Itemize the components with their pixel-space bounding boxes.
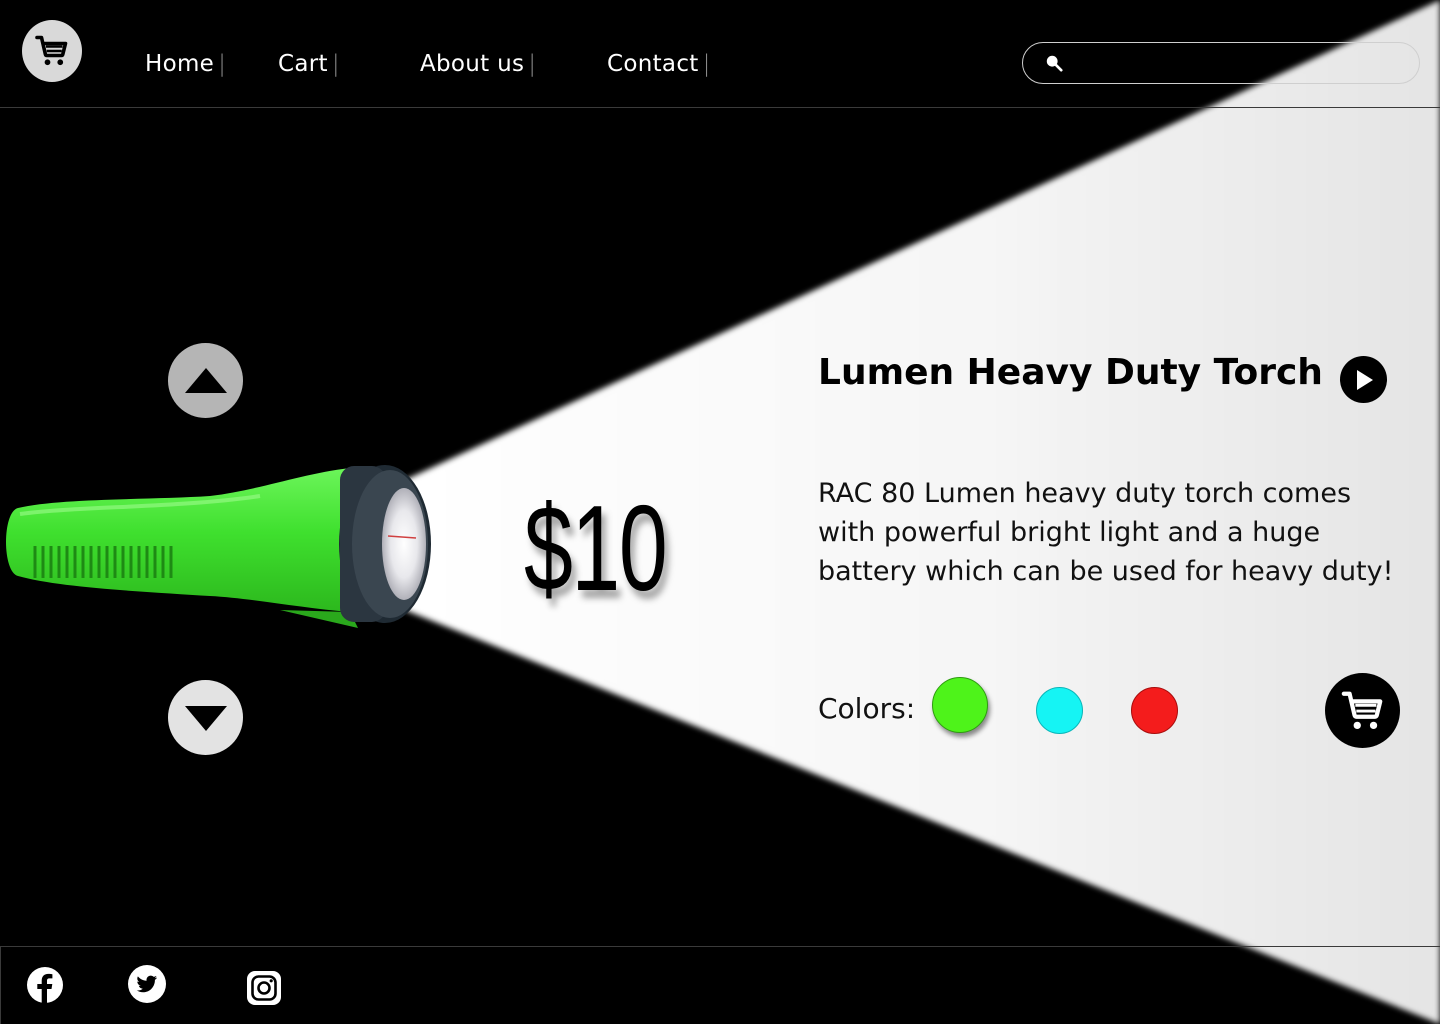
nav-home-label: Home bbox=[145, 51, 215, 77]
facebook-icon bbox=[27, 967, 63, 1003]
nav-home[interactable]: Home | bbox=[145, 44, 226, 84]
top-nav-bar: Home | Cart | About us | Contact | bbox=[0, 0, 1440, 108]
nav-contact-label: Contact bbox=[607, 51, 699, 77]
twitter-icon bbox=[128, 965, 166, 1003]
color-swatch-green[interactable] bbox=[932, 677, 988, 733]
triangle-up-icon bbox=[184, 367, 227, 393]
search-input[interactable] bbox=[1073, 52, 1419, 74]
nav-cart-label: Cart bbox=[278, 51, 328, 77]
color-swatch-cyan[interactable] bbox=[1036, 687, 1083, 734]
nav-contact[interactable]: Contact | bbox=[607, 44, 711, 84]
colors-label: Colors: bbox=[818, 692, 916, 725]
previous-product-button[interactable] bbox=[168, 343, 243, 418]
nav-separator: | bbox=[702, 51, 711, 77]
play-button[interactable] bbox=[1340, 356, 1387, 403]
nav-cart[interactable]: Cart | bbox=[278, 44, 340, 84]
search-bar[interactable] bbox=[1022, 42, 1420, 84]
nav-separator: | bbox=[218, 51, 227, 77]
add-to-cart-button[interactable] bbox=[1325, 673, 1400, 748]
product-price: $10 bbox=[524, 480, 668, 616]
next-product-button[interactable] bbox=[168, 680, 243, 755]
facebook-link[interactable] bbox=[26, 966, 64, 1008]
instagram-icon bbox=[247, 971, 281, 1005]
nav-about-us-label: About us bbox=[420, 51, 525, 77]
footer bbox=[0, 946, 1440, 1024]
product-description: RAC 80 Lumen heavy duty torch comes with… bbox=[818, 478, 1394, 587]
play-icon bbox=[1356, 369, 1373, 390]
nav-separator: | bbox=[528, 51, 537, 77]
cart-icon bbox=[1341, 691, 1382, 729]
triangle-down-icon bbox=[184, 705, 227, 731]
nav-separator: | bbox=[331, 51, 340, 77]
cart-logo[interactable] bbox=[22, 20, 82, 82]
color-swatch-red[interactable] bbox=[1131, 687, 1178, 734]
torch-product-image bbox=[6, 465, 431, 628]
product-title: Lumen Heavy Duty Torch bbox=[818, 352, 1323, 393]
twitter-link[interactable] bbox=[127, 964, 167, 1008]
cart-icon bbox=[35, 35, 68, 66]
search-icon bbox=[1046, 55, 1063, 72]
nav-about-us[interactable]: About us | bbox=[420, 44, 536, 84]
instagram-link[interactable] bbox=[247, 971, 281, 1009]
